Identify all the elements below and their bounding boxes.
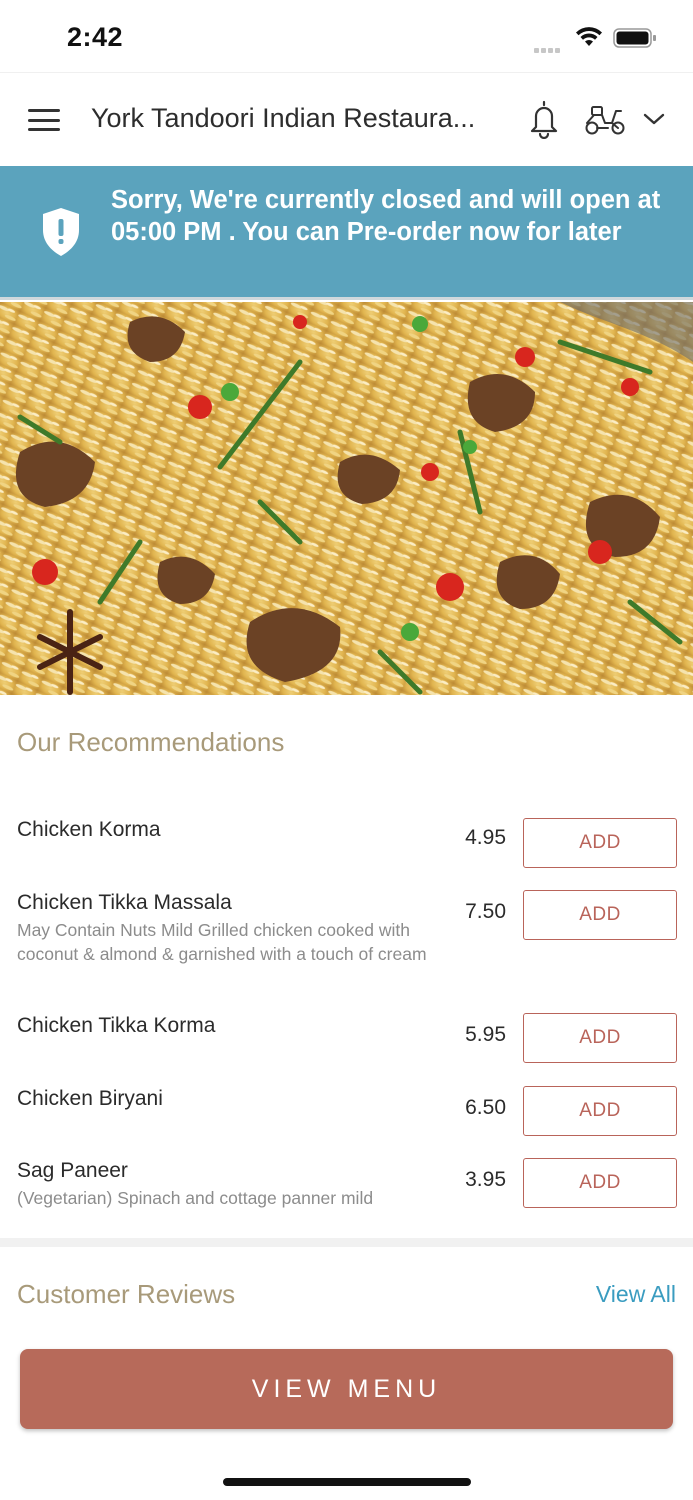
status-bar: 2:42 [0,0,693,72]
recommendations-title: Our Recommendations [17,727,285,757]
chevron-down-icon[interactable] [642,109,666,129]
view-all-link[interactable]: View All [596,1281,676,1308]
closed-banner: Sorry, We're currently closed and will o… [0,166,693,300]
restaurant-name: York Tandoori Indian Restaura... [91,103,476,133]
battery-icon [613,28,656,48]
item-price: 7.50 [465,900,506,923]
closed-message: Sorry, We're currently closed and will o… [111,186,661,246]
bell-icon[interactable] [526,99,562,139]
add-button[interactable]: ADD [523,890,677,940]
menu-item: Chicken Tikka Korma 5.95 ADD [17,1013,677,1063]
item-price: 4.95 [465,826,506,849]
menu-icon[interactable] [28,109,62,133]
signal-icon [534,40,566,53]
item-price: 5.95 [465,1023,506,1046]
status-time: 2:42 [67,22,124,52]
add-button[interactable]: ADD [523,818,677,868]
scooter-icon[interactable] [584,103,626,137]
add-button[interactable]: ADD [523,1013,677,1063]
section-divider [0,1238,693,1247]
menu-item: Sag Paneer (Vegetarian) Spinach and cott… [17,1158,677,1210]
item-price: 3.95 [465,1168,506,1191]
wifi-icon [576,27,602,46]
app-header: York Tandoori Indian Restaura... [0,72,693,166]
view-menu-button[interactable]: VIEW MENU [20,1349,673,1429]
menu-item: Chicken Korma 4.95 ADD [17,818,677,868]
item-price: 6.50 [465,1096,506,1119]
menu-item: Chicken Biryani 6.50 ADD [17,1086,677,1136]
add-button[interactable]: ADD [523,1158,677,1208]
menu-item: Chicken Tikka Massala May Contain Nuts M… [17,890,677,966]
add-button[interactable]: ADD [523,1086,677,1136]
shield-alert-icon [43,208,79,256]
reviews-title: Customer Reviews [17,1279,236,1309]
item-description: May Contain Nuts Mild Grilled chicken co… [17,920,427,964]
hero-food-image [0,302,693,695]
item-description: (Vegetarian) Spinach and cottage panner … [17,1188,374,1208]
home-indicator [223,1478,471,1486]
